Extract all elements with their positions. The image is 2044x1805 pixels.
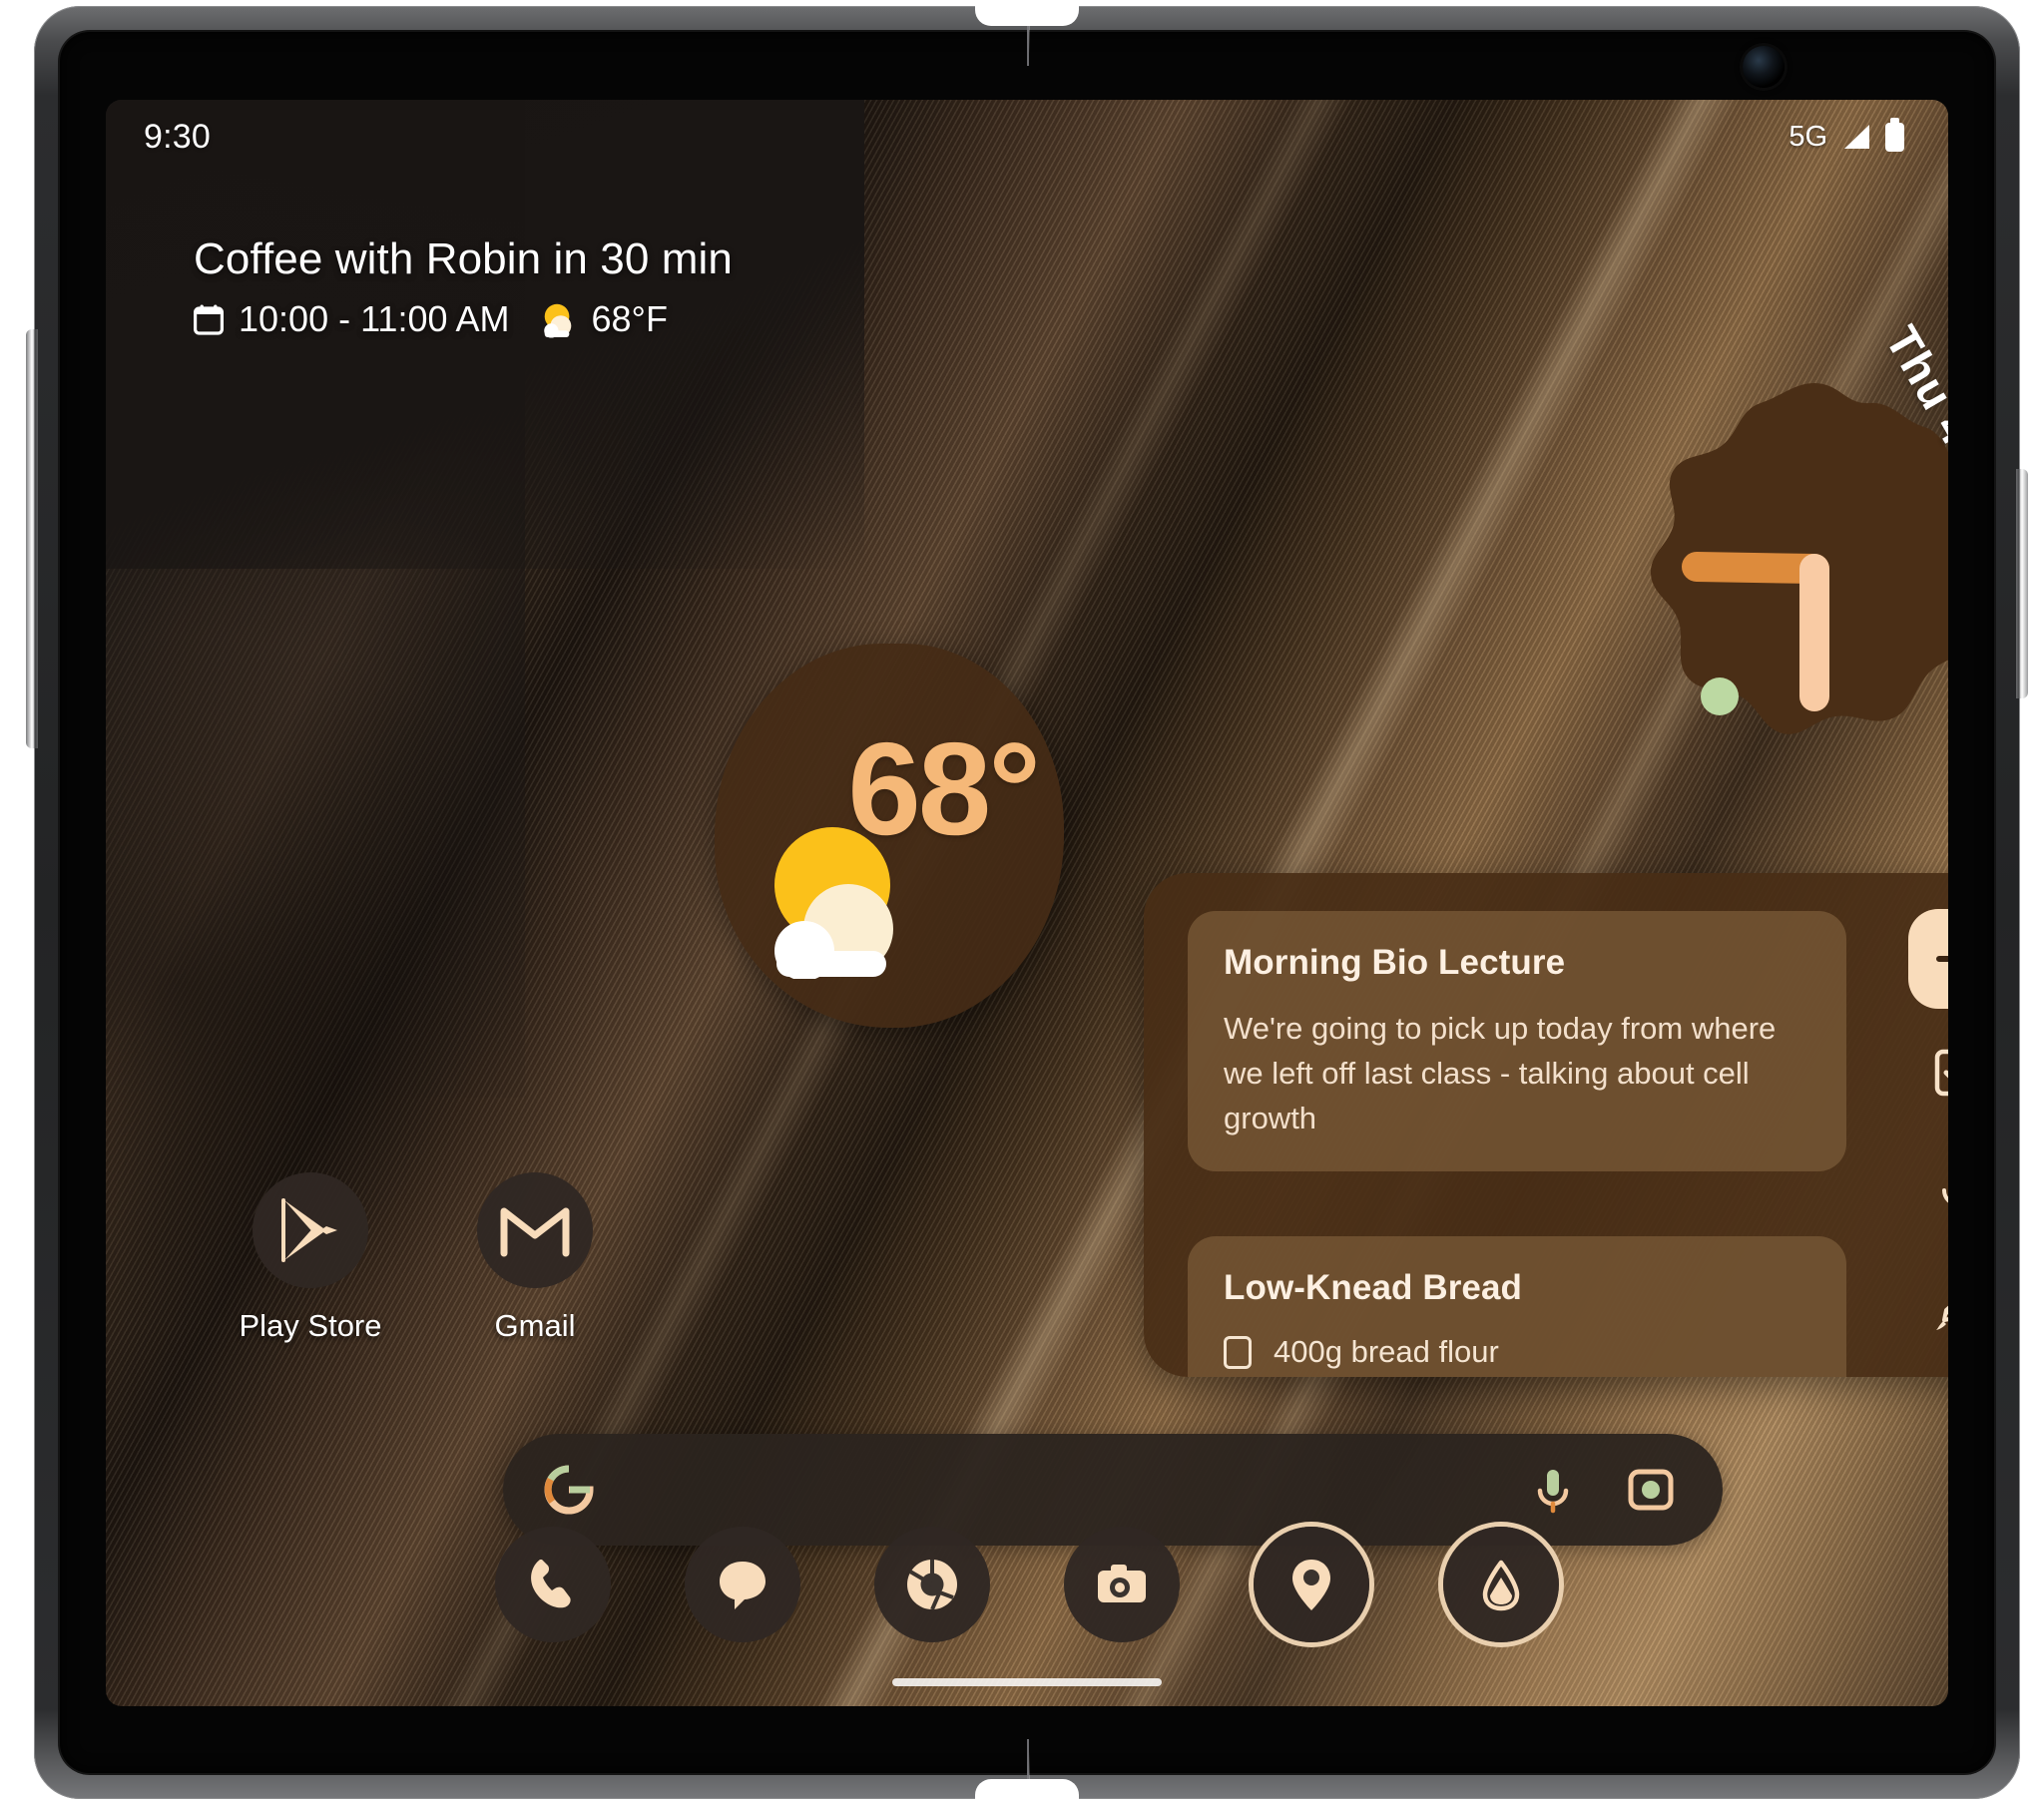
glance-temperature: 68°F — [591, 298, 668, 339]
at-a-glance-widget[interactable]: Coffee with Robin in 30 min 10:00 - 11:0… — [194, 234, 733, 340]
google-home-icon — [1482, 1560, 1520, 1611]
messages-icon — [720, 1562, 766, 1609]
chrome-icon — [907, 1560, 957, 1610]
voice-note-button[interactable] — [1930, 1162, 1948, 1218]
plus-icon — [1936, 956, 1948, 962]
phone-icon — [531, 1560, 571, 1608]
device-right-rail — [2016, 469, 2028, 698]
camera-icon — [1098, 1565, 1146, 1602]
glance-detail-row: 10:00 - 11:00 AM 68°F — [194, 298, 733, 340]
note-checklist-text: 400g bread flour — [1274, 1334, 1499, 1369]
app-icon-background — [477, 1172, 593, 1288]
calendar-icon — [194, 304, 224, 335]
dock-item-camera[interactable] — [1064, 1527, 1180, 1642]
app-shortcut-label: Play Store — [239, 1308, 382, 1343]
glance-event-title: Coffee with Robin in 30 min — [194, 234, 733, 283]
dock-item-messages[interactable] — [685, 1527, 800, 1642]
note-title: Morning Bio Lecture — [1224, 943, 1566, 982]
note-title: Low-Knead Bread — [1224, 1268, 1523, 1307]
checkbox-icon[interactable] — [1224, 1335, 1252, 1369]
new-list-button[interactable] — [1930, 1045, 1948, 1101]
google-lens-camera-icon[interactable] — [1625, 1464, 1677, 1516]
search-input[interactable] — [595, 1471, 1527, 1509]
front-camera-icon — [1743, 46, 1785, 88]
app-shortcut-gmail[interactable]: Gmail — [450, 1172, 620, 1344]
play-store-icon — [281, 1198, 337, 1262]
clock-widget[interactable]: Thu 4 — [1625, 317, 1948, 758]
status-clock: 9:30 — [144, 117, 211, 156]
signal-bars-icon — [1844, 125, 1869, 149]
note-body: We're going to pick up today from where … — [1224, 1011, 1777, 1135]
drawing-note-button[interactable] — [1930, 1278, 1948, 1334]
clock-widget-face — [1650, 383, 1948, 734]
microphone-icon[interactable] — [1527, 1464, 1579, 1516]
dock-item-home[interactable] — [1443, 1527, 1559, 1642]
glance-time-range: 10:00 - 11:00 AM — [239, 298, 510, 339]
device-left-rail — [26, 329, 38, 748]
fold-hinge-seam-top — [1027, 26, 1029, 66]
app-shortcut-label: Gmail — [494, 1308, 576, 1343]
note-card-lecture[interactable]: Morning Bio Lecture We're going to pick … — [1188, 911, 1846, 1171]
fold-hinge-notch-bottom — [975, 1779, 1079, 1805]
sun-behind-cloud-icon — [543, 303, 571, 338]
google-g-icon — [544, 1465, 594, 1515]
note-card-bread[interactable]: Low-Knead Bread 400g bread flour 8g salt — [1188, 1236, 1846, 1377]
weather-widget[interactable]: 68° — [715, 644, 1064, 1028]
app-icon-background — [253, 1172, 368, 1288]
gmail-icon — [500, 1207, 570, 1257]
app-shortcut-play-store[interactable]: Play Store — [226, 1172, 395, 1344]
foldable-device: 9:30 5G Coffee with Robin in 30 min 10:0… — [26, 0, 2028, 1805]
keep-notes-widget[interactable]: Morning Bio Lecture We're going to pick … — [1144, 873, 1948, 1377]
dock-item-chrome[interactable] — [874, 1527, 990, 1642]
add-note-button[interactable] — [1908, 909, 1948, 1009]
sun-behind-cloud-icon — [774, 827, 893, 979]
note-checklist-item[interactable]: 400g bread flour — [1224, 1334, 1810, 1370]
fold-hinge-line — [1027, 0, 1030, 1805]
maps-pin-icon — [1292, 1560, 1330, 1610]
status-icons: 5G — [1788, 117, 1904, 154]
fold-hinge-seam-bottom — [1027, 1739, 1029, 1779]
dock-item-maps[interactable] — [1254, 1527, 1369, 1642]
dock-item-phone[interactable] — [495, 1527, 611, 1642]
network-type-label: 5G — [1788, 120, 1827, 153]
battery-full-icon — [1885, 117, 1904, 152]
fold-hinge-notch-top — [975, 0, 1079, 26]
